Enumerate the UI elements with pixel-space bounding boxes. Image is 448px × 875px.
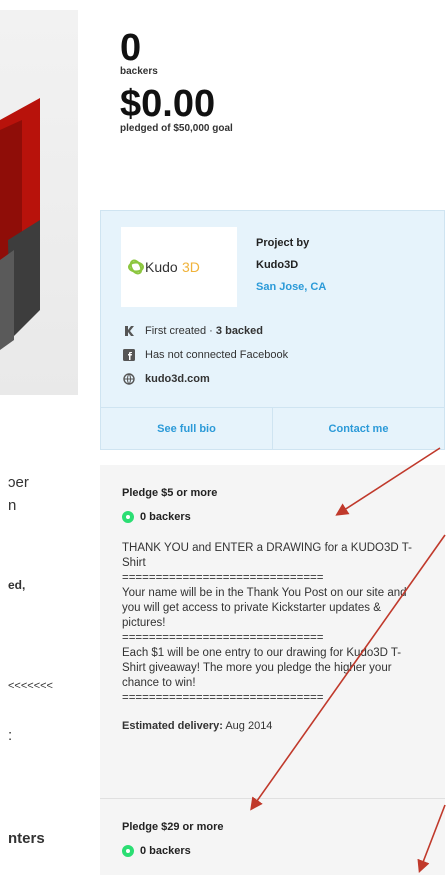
contact-me-button[interactable]: Contact me (272, 408, 444, 450)
reward-backers: 0 backers (122, 511, 423, 523)
pledged-amount: $0.00 (120, 83, 216, 125)
svg-text:Kudo: Kudo (145, 259, 178, 275)
printer-image (0, 98, 40, 350)
left-text-fragment: ed, (8, 578, 26, 592)
reward-title: Pledge $5 or more (122, 487, 218, 499)
estimated-delivery: Estimated delivery: Aug 2014 (122, 720, 423, 732)
facebook-row: Has not connected Facebook (123, 349, 288, 361)
globe-icon (123, 373, 135, 385)
website-row: kudo3d.com (123, 373, 210, 385)
reward-description-line: ============================== (122, 692, 324, 704)
reward-backers: 0 backers (122, 845, 423, 857)
kickstarter-k-icon (123, 325, 135, 337)
kudo3d-logo-icon: Kudo 3D (128, 259, 200, 275)
creator-name[interactable]: Kudo3D (256, 259, 298, 271)
reward-description: THANK YOU and ENTER a DRAWING for a KUDO… (122, 541, 423, 706)
delivery-label: Estimated delivery: (122, 720, 223, 732)
backers-count: 0 (120, 27, 142, 69)
backers-status-icon (122, 845, 134, 857)
reward-backers-count: 0 backers (140, 511, 191, 523)
backed-count-link[interactable]: 3 backed (216, 325, 263, 337)
creator-actions: See full bio Contact me (101, 407, 444, 450)
see-full-bio-button[interactable]: See full bio (101, 408, 272, 450)
left-text-fragment: n (8, 497, 17, 514)
creator-logo[interactable]: Kudo 3D (121, 227, 237, 307)
backers-label: backers (120, 66, 158, 77)
backers-status-icon (122, 511, 134, 523)
reward-title: Pledge $29 or more (122, 821, 224, 833)
facebook-status-text: Has not connected Facebook (145, 349, 289, 361)
delivery-date: Aug 2014 (225, 720, 273, 732)
reward-tier-29[interactable]: Pledge $29 or more 0 backers (100, 798, 445, 875)
first-created-text: First created · (145, 325, 213, 337)
project-by-label: Project by (256, 237, 310, 249)
left-column: ɔer n ed, <<<<<<< : nters (0, 0, 78, 875)
left-text-fragment: nters (8, 830, 45, 847)
pledged-goal-label: pledged of $50,000 goal (120, 123, 233, 134)
funding-stats: 0 backers $0.00 pledged of $50,000 goal (120, 28, 420, 134)
reward-tier-5[interactable]: Pledge $5 or more 0 backers THANK YOU an… (100, 465, 445, 798)
left-text-fragment: <<<<<<< (8, 680, 53, 692)
project-video-thumbnail[interactable] (0, 10, 78, 395)
svg-text:3D: 3D (182, 259, 200, 275)
reward-description-line: Your name will be in the Thank You Post … (122, 587, 407, 629)
reward-description-line: ============================== (122, 572, 324, 584)
reward-description-line: THANK YOU and ENTER a DRAWING for a KUDO… (122, 542, 412, 569)
website-link[interactable]: kudo3d.com (145, 373, 210, 385)
facebook-icon (123, 349, 135, 361)
left-text-fragment: ɔer (8, 474, 29, 491)
left-text-fragment: : (8, 727, 13, 744)
first-created-row: First created · 3 backed (123, 325, 263, 337)
reward-description-line: ============================== (122, 632, 324, 644)
reward-description-line: Each $1 will be one entry to our drawing… (122, 647, 402, 689)
reward-backers-count: 0 backers (140, 845, 191, 857)
creator-location-link[interactable]: San Jose, CA (256, 281, 326, 293)
creator-card: Kudo 3D Project by Kudo3D San Jose, CA F… (100, 210, 445, 450)
